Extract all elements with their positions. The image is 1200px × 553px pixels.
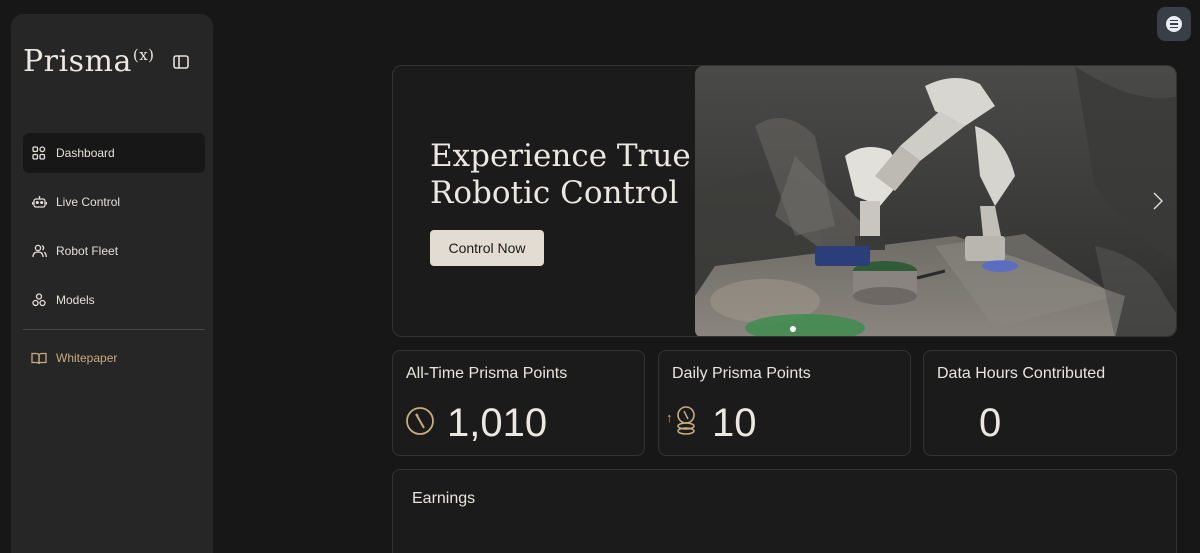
hero-image: [695, 66, 1176, 336]
sidebar-item-label: Robot Fleet: [56, 244, 119, 258]
stat-title: Data Hours Contributed: [937, 365, 1106, 382]
sidebar-item-live-control[interactable]: Live Control: [23, 182, 205, 222]
stat-title: All-Time Prisma Points: [406, 365, 568, 382]
stat-title: Daily Prisma Points: [672, 365, 811, 382]
carousel-dots: [790, 326, 796, 332]
stat-value: 10: [712, 401, 757, 445]
sidebar-item-label: Dashboard: [56, 146, 115, 160]
sidebar-item-label: Models: [56, 293, 95, 307]
hero-title: Experience True Robotic Control: [430, 138, 691, 211]
sidebar-item-label: Live Control: [56, 195, 121, 209]
stat-value: 0: [979, 401, 1002, 445]
brand-superscript: (x): [132, 46, 155, 64]
hero-banner: Experience True Robotic Control Control …: [392, 65, 1177, 337]
sidebar-nav: Dashboard Live Control Robot Fleet Model…: [23, 133, 205, 377]
sidebar-item-label: Whitepaper: [56, 351, 118, 365]
sidebar-item-whitepaper[interactable]: Whitepaper: [23, 348, 205, 368]
earnings-panel: Earnings: [392, 469, 1177, 553]
models-icon: [31, 292, 47, 308]
sidebar-divider: [23, 329, 205, 330]
menu-icon: [1166, 16, 1182, 32]
sidebar: Prisma(x) Dashboard Live Control Robot F…: [11, 14, 213, 553]
stat-value: 1,010: [447, 401, 548, 445]
app-page: Prisma(x) Dashboard Live Control Robot F…: [0, 0, 1200, 553]
coin-stack-up-icon: [677, 406, 695, 435]
earnings-title: Earnings: [412, 490, 476, 507]
brand-name: Prisma: [23, 44, 132, 79]
robot-icon: [31, 194, 47, 210]
dashboard-grid-icon: [31, 145, 47, 161]
sidebar-item-dashboard[interactable]: Dashboard: [23, 133, 205, 173]
brand-logo[interactable]: Prisma(x): [23, 44, 154, 79]
control-now-button[interactable]: Control Now: [430, 230, 544, 266]
carousel-next-button[interactable]: [1150, 190, 1166, 212]
stat-card-data-hours: Data Hours Contributed 0: [923, 350, 1177, 456]
stat-card-all-time-points: All-Time Prisma Points 1,010: [392, 350, 645, 456]
book-icon: [31, 350, 47, 366]
carousel-dot[interactable]: [790, 326, 796, 332]
sidebar-toggle-icon: [173, 55, 189, 69]
trend-up-icon: ↑: [666, 410, 673, 425]
prisma-coin-icon: [406, 407, 434, 435]
sidebar-item-models[interactable]: Models: [23, 280, 205, 320]
chevron-right-icon: [1153, 192, 1163, 210]
sidebar-item-robot-fleet[interactable]: Robot Fleet: [23, 231, 205, 271]
robot-arm-scene-image: [695, 66, 1176, 336]
users-icon: [31, 243, 47, 259]
sidebar-toggle-button[interactable]: [171, 53, 191, 71]
menu-button[interactable]: [1157, 7, 1191, 41]
stat-card-daily-points: Daily Prisma Points ↑ 10: [658, 350, 911, 456]
